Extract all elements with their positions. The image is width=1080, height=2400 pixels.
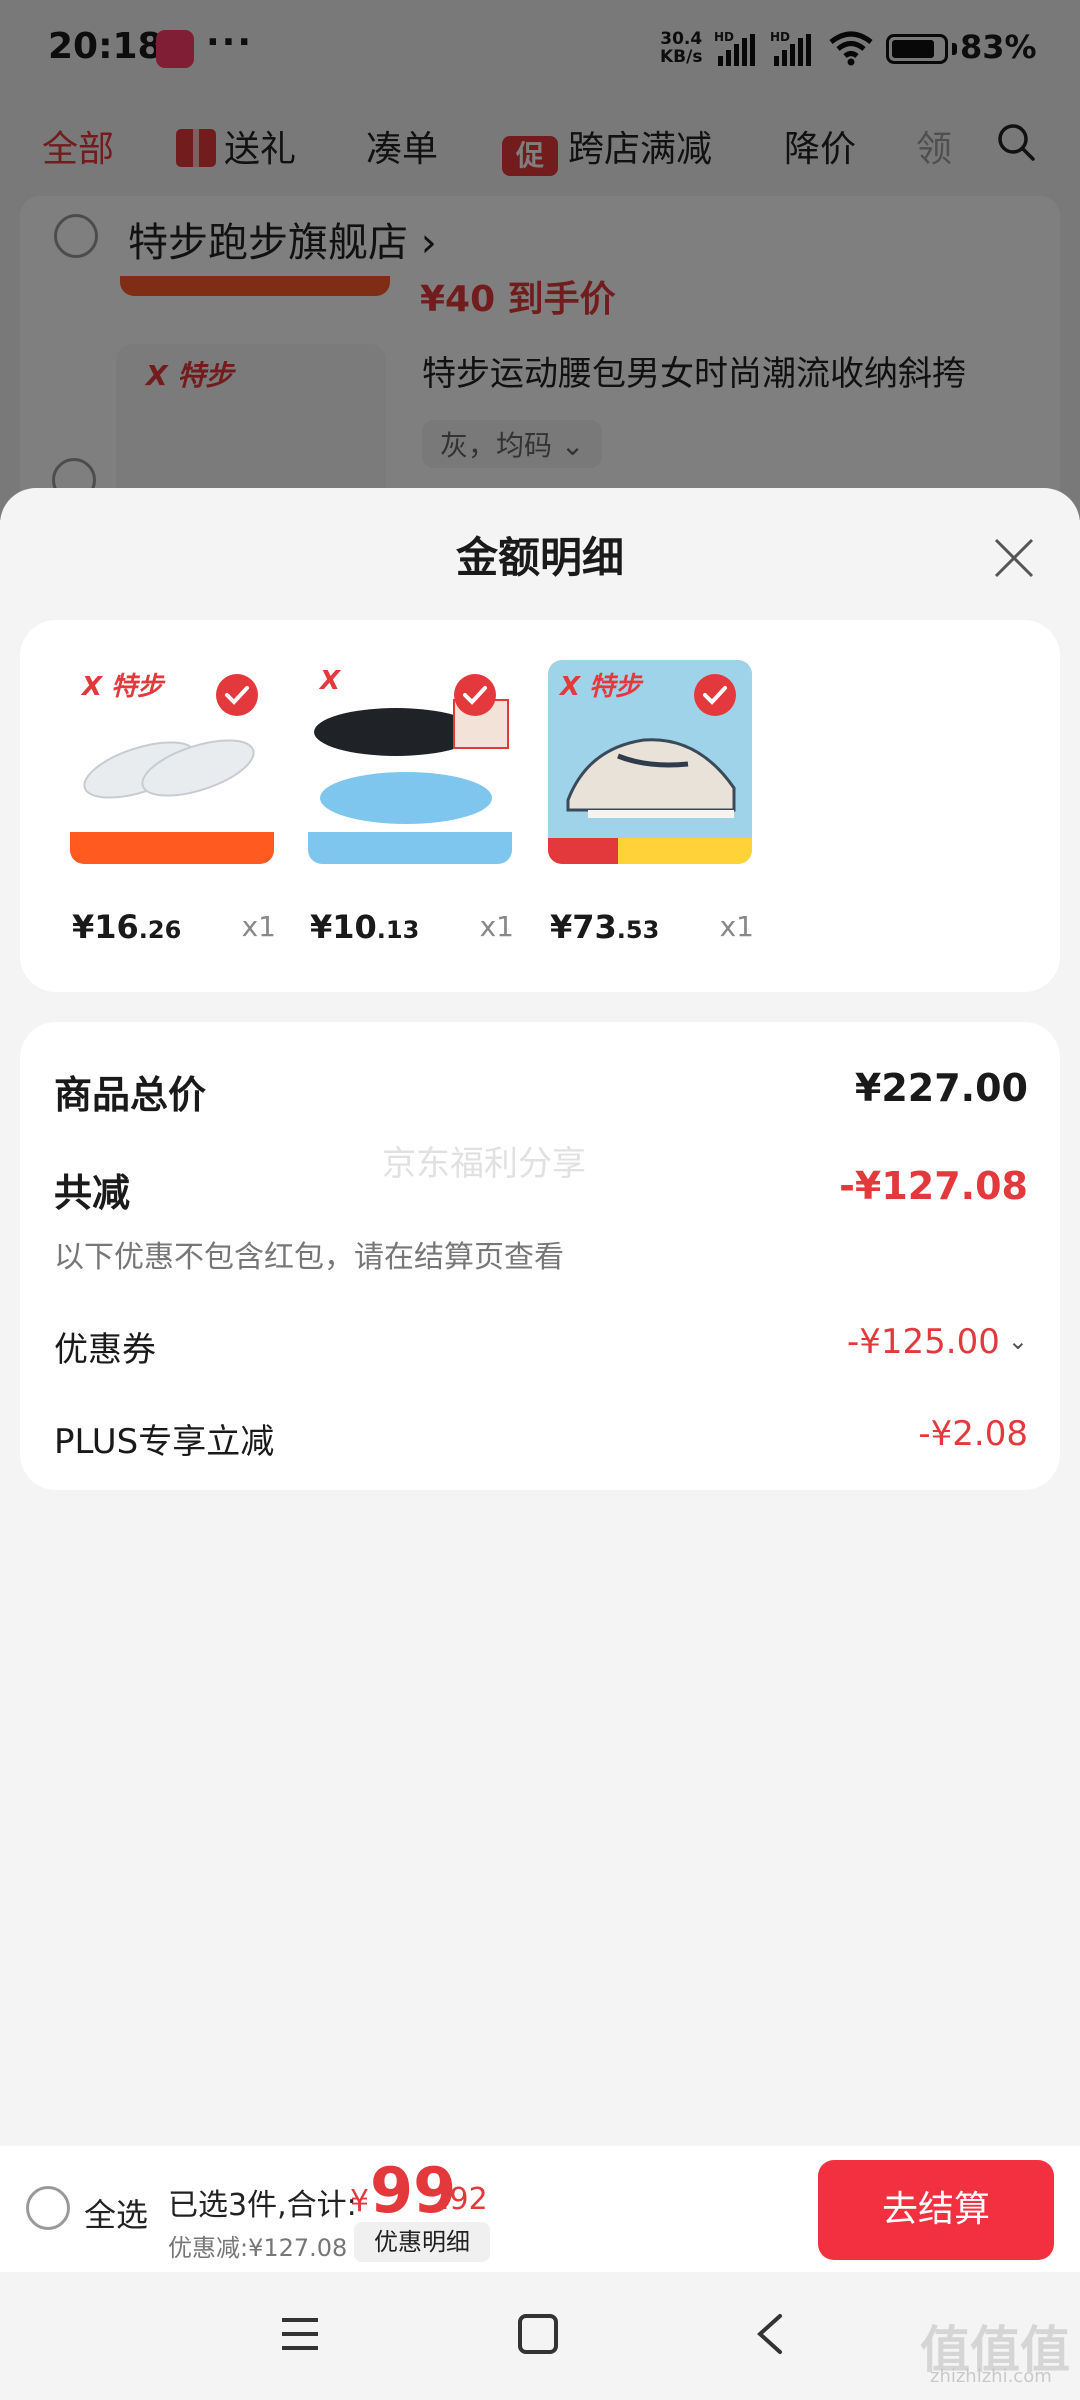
modal-overlay[interactable] [0, 0, 1080, 520]
price-decimal: .13 [376, 916, 420, 944]
selected-products-card: X 特步 ¥16.26 x1 X ¥10.13 x1 X 特步 ¥73.53 x… [20, 620, 1060, 992]
price-integer: ¥10 [310, 908, 377, 946]
selected-check-icon[interactable] [216, 674, 258, 716]
sheet-title: 金额明细 [455, 533, 624, 582]
product-price: ¥16.26 [72, 908, 181, 946]
total-price-label: 商品总价 [54, 1073, 207, 1117]
product-image[interactable]: X 特步 [548, 660, 752, 864]
product-price: ¥10.13 [310, 908, 419, 946]
home-icon[interactable] [518, 2314, 558, 2354]
coupon-label: 优惠券 [54, 1330, 156, 1370]
product-price: ¥73.53 [550, 908, 659, 946]
close-icon[interactable] [990, 534, 1038, 582]
price-decimal: .53 [616, 916, 660, 944]
coupon-value[interactable]: -¥125.00 ⌄ [847, 1322, 1028, 1362]
chevron-down-icon: ⌄ [1007, 1327, 1028, 1355]
total-decimal: .92 [440, 2182, 488, 2217]
price-decimal: .26 [138, 916, 182, 944]
select-all-label[interactable]: 全选 [84, 2190, 148, 2236]
discount-note: 以下优惠不包含红包，请在结算页查看 [54, 1240, 564, 1275]
plus-discount-value: -¥2.08 [918, 1414, 1028, 1454]
discount-summary: 优惠减:¥127.08 [168, 2234, 348, 2262]
product-quantity: x1 [241, 910, 276, 943]
total-reduction-value: -¥127.08 [839, 1164, 1028, 1208]
checkout-bar: 全选 已选3件,合计: ¥ 99 .92 优惠减:¥127.08 优惠明细 去结… [0, 2146, 1080, 2272]
watermark-text: 京东福利分享 [382, 1144, 586, 1184]
system-nav-bar [0, 2272, 1080, 2400]
brand-logo: X [320, 666, 341, 696]
total-reduction-label: 共减 [54, 1171, 131, 1215]
menu-icon[interactable] [280, 2314, 320, 2354]
selected-count: 已选3件,合计: [168, 2188, 357, 2223]
product-quantity: x1 [479, 910, 514, 943]
price-integer: ¥16 [72, 908, 139, 946]
back-icon[interactable] [752, 2312, 788, 2356]
total-currency: ¥ [350, 2184, 370, 2219]
coupon-amount: -¥125.00 [847, 1322, 1000, 1362]
product-image[interactable]: X [308, 660, 512, 864]
selected-check-icon[interactable] [454, 674, 496, 716]
price-detail-sheet: 金额明细 X 特步 ¥16.26 x1 X ¥10.13 x1 X 特步 ¥73… [0, 488, 1080, 2146]
corner-watermark-site: zhizhizhi.com [930, 2366, 1052, 2387]
product-quantity: x1 [719, 910, 754, 943]
total-price-value: ¥227.00 [854, 1066, 1028, 1110]
select-all-checkbox[interactable] [26, 2186, 70, 2230]
brand-logo: X 特步 [82, 672, 164, 702]
price-summary-card: 京东福利分享 商品总价 ¥227.00 共减 -¥127.08 以下优惠不包含红… [20, 1022, 1060, 1490]
selected-check-icon[interactable] [694, 674, 736, 716]
checkout-button[interactable]: 去结算 [818, 2160, 1054, 2260]
price-integer: ¥73 [550, 908, 617, 946]
brand-logo: X 特步 [560, 672, 642, 702]
discount-detail-button[interactable]: 优惠明细 [354, 2222, 490, 2262]
product-image[interactable]: X 特步 [70, 660, 274, 864]
plus-discount-label: PLUS专享立减 [54, 1422, 275, 1462]
